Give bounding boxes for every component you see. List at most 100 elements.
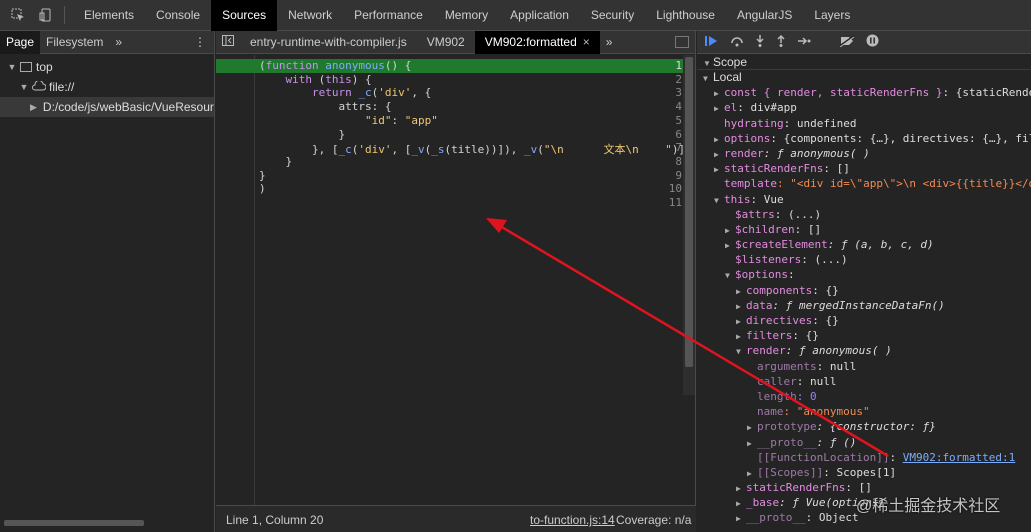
- code-area[interactable]: 1 (function anonymous() {2 with (this) {3…: [216, 55, 696, 505]
- code-line[interactable]: 3 return _c('div', {: [216, 86, 686, 100]
- toggle-debugger-icon[interactable]: [675, 36, 689, 48]
- tab-performance[interactable]: Performance: [343, 0, 434, 31]
- code-line[interactable]: 2 with (this) {: [216, 73, 686, 87]
- horizontal-scrollbar[interactable]: [4, 520, 144, 526]
- tree-item-file[interactable]: ▼ file://: [0, 77, 214, 97]
- code-line[interactable]: 6 }: [216, 128, 686, 142]
- expand-arrow-icon[interactable]: ▶: [725, 238, 735, 253]
- code-line[interactable]: 11: [216, 196, 686, 210]
- tab-application[interactable]: Application: [499, 0, 580, 31]
- line-number[interactable]: 8: [650, 155, 686, 168]
- expand-arrow-icon[interactable]: ▶: [736, 496, 746, 511]
- code-line[interactable]: 7 }, [_c('div', [_v(_s(title))]), _v("\n…: [216, 141, 692, 156]
- scope-variable-row[interactable]: ▼ this: Vue: [697, 192, 1031, 207]
- more-tabs-icon[interactable]: »: [600, 35, 619, 49]
- tab-elements[interactable]: Elements: [73, 0, 145, 31]
- tab-layers[interactable]: Layers: [803, 0, 861, 31]
- expand-arrow-icon[interactable]: ▼: [18, 77, 30, 97]
- tree-item-top[interactable]: ▼ top: [0, 57, 214, 77]
- scope-variable-row[interactable]: $attrs: (...): [697, 207, 1031, 222]
- expand-arrow-icon[interactable]: ▶: [736, 481, 746, 496]
- expand-arrow-icon[interactable]: ▶: [714, 101, 724, 116]
- line-number[interactable]: 2: [650, 73, 686, 86]
- tab-memory[interactable]: Memory: [434, 0, 499, 31]
- code-line[interactable]: 4 attrs: {: [216, 100, 686, 114]
- code-line[interactable]: 5 "id": "app": [216, 114, 686, 128]
- line-number[interactable]: 3: [650, 86, 686, 99]
- scope-variable-row[interactable]: ▶ $children: []: [697, 222, 1031, 237]
- scope-variable-row[interactable]: ▶ render: ƒ anonymous( ): [697, 146, 1031, 161]
- function-location-link[interactable]: VM902:formatted:1: [903, 451, 1016, 464]
- device-toolbar-icon[interactable]: [36, 5, 56, 25]
- scope-variable-row[interactable]: length: 0: [697, 389, 1031, 404]
- navigator-menu-icon[interactable]: ⋮: [194, 35, 206, 49]
- expand-arrow-icon[interactable]: ▶: [747, 420, 757, 435]
- scope-header[interactable]: ▼ Scope: [697, 54, 1031, 70]
- expand-arrow-icon[interactable]: ▶: [714, 162, 724, 177]
- scope-variable-row[interactable]: ▼ $options:: [697, 267, 1031, 282]
- step-into-icon[interactable]: [755, 34, 765, 50]
- expand-arrow-icon[interactable]: ▶: [714, 86, 724, 101]
- line-number[interactable]: 6: [650, 128, 686, 141]
- scope-variable-row[interactable]: $listeners: (...): [697, 252, 1031, 267]
- line-number[interactable]: 1: [650, 59, 686, 72]
- expand-arrow-icon[interactable]: ▶: [714, 132, 724, 147]
- step-over-icon[interactable]: [730, 35, 744, 50]
- vertical-scrollbar[interactable]: [683, 55, 695, 395]
- code-line[interactable]: 10): [216, 182, 686, 196]
- tab-vm902-formatted[interactable]: VM902:formatted ×: [474, 30, 600, 54]
- close-icon[interactable]: ×: [583, 35, 590, 49]
- expand-arrow-icon[interactable]: ▶: [747, 436, 757, 451]
- tab-vm902[interactable]: VM902: [417, 31, 475, 54]
- scope-variable-row[interactable]: arguments: null: [697, 359, 1031, 374]
- scope-variable-row[interactable]: hydrating: undefined: [697, 116, 1031, 131]
- scope-variable-row[interactable]: ▶ el: div#app: [697, 100, 1031, 115]
- expand-arrow-icon[interactable]: ▶: [725, 223, 735, 238]
- inspect-element-icon[interactable]: [8, 5, 28, 25]
- pause-on-exceptions-icon[interactable]: [866, 34, 879, 50]
- expand-arrow-icon[interactable]: ▶: [736, 329, 746, 344]
- scope-variable-row[interactable]: ▶ staticRenderFns: []: [697, 161, 1031, 176]
- expand-arrow-icon[interactable]: ▼: [714, 193, 724, 208]
- source-link[interactable]: to-function.js:14: [530, 513, 615, 527]
- tab-console[interactable]: Console: [145, 0, 211, 31]
- expand-arrow-icon[interactable]: ▶: [736, 314, 746, 329]
- tab-entry-runtime[interactable]: entry-runtime-with-compiler.js: [240, 31, 417, 54]
- scope-variable-row[interactable]: template: "<div id=\"app\">\n <div>{{tit…: [697, 176, 1031, 191]
- tab-filesystem[interactable]: Filesystem: [40, 31, 109, 54]
- scope-variable-row[interactable]: [[FunctionLocation]]: VM902:formatted:1: [697, 450, 1031, 465]
- toggle-navigator-icon[interactable]: [216, 35, 240, 49]
- tab-sources[interactable]: Sources: [211, 0, 278, 31]
- scope-variable-row[interactable]: ▼ render: ƒ anonymous( ): [697, 343, 1031, 358]
- scope-variable-row[interactable]: ▶ prototype: {constructor: ƒ}: [697, 419, 1031, 434]
- step-icon[interactable]: [797, 35, 811, 50]
- tab-page[interactable]: Page: [0, 30, 41, 54]
- resume-icon[interactable]: [705, 35, 719, 50]
- scope-variable-row[interactable]: ▶ const { render, staticRenderFns }: {sta…: [697, 85, 1031, 100]
- expand-arrow-icon[interactable]: ▼: [703, 71, 713, 86]
- expand-arrow-icon[interactable]: ▶: [747, 466, 757, 481]
- scope-variable-row[interactable]: ▶ filters: {}: [697, 328, 1031, 343]
- tab-lighthouse[interactable]: Lighthouse: [645, 0, 726, 31]
- expand-arrow-icon[interactable]: ▼: [736, 344, 746, 359]
- line-number[interactable]: 5: [650, 114, 686, 127]
- scope-variable-row[interactable]: ▶ data: ƒ mergedInstanceDataFn(): [697, 298, 1031, 313]
- scope-variable-row[interactable]: ▶ options: {components: {…}, directives: …: [697, 131, 1031, 146]
- line-number[interactable]: 10: [650, 182, 686, 195]
- tab-security[interactable]: Security: [580, 0, 645, 31]
- line-number[interactable]: 11: [650, 196, 686, 209]
- expand-arrow-icon[interactable]: ▶: [736, 511, 746, 526]
- scope-variable-row[interactable]: ▶ __proto__: ƒ (): [697, 435, 1031, 450]
- scope-variable-row[interactable]: caller: null: [697, 374, 1031, 389]
- expand-arrow-icon[interactable]: ▶: [736, 284, 746, 299]
- code-line[interactable]: 8 }: [216, 155, 686, 169]
- scope-variable-row[interactable]: ▶ components: {}: [697, 283, 1031, 298]
- tree-item-folder[interactable]: ▶ D:/code/js/webBasic/VueResource: [0, 97, 214, 117]
- deactivate-breakpoints-icon[interactable]: [839, 34, 855, 50]
- expand-arrow-icon[interactable]: ▶: [736, 299, 746, 314]
- expand-arrow-icon[interactable]: ▶: [714, 147, 724, 162]
- scope-section-local[interactable]: ▼ Local: [697, 70, 1031, 85]
- tab-network[interactable]: Network: [277, 0, 343, 31]
- scope-variable-row[interactable]: name: "anonymous": [697, 404, 1031, 419]
- expand-arrow-icon[interactable]: ▶: [30, 97, 37, 117]
